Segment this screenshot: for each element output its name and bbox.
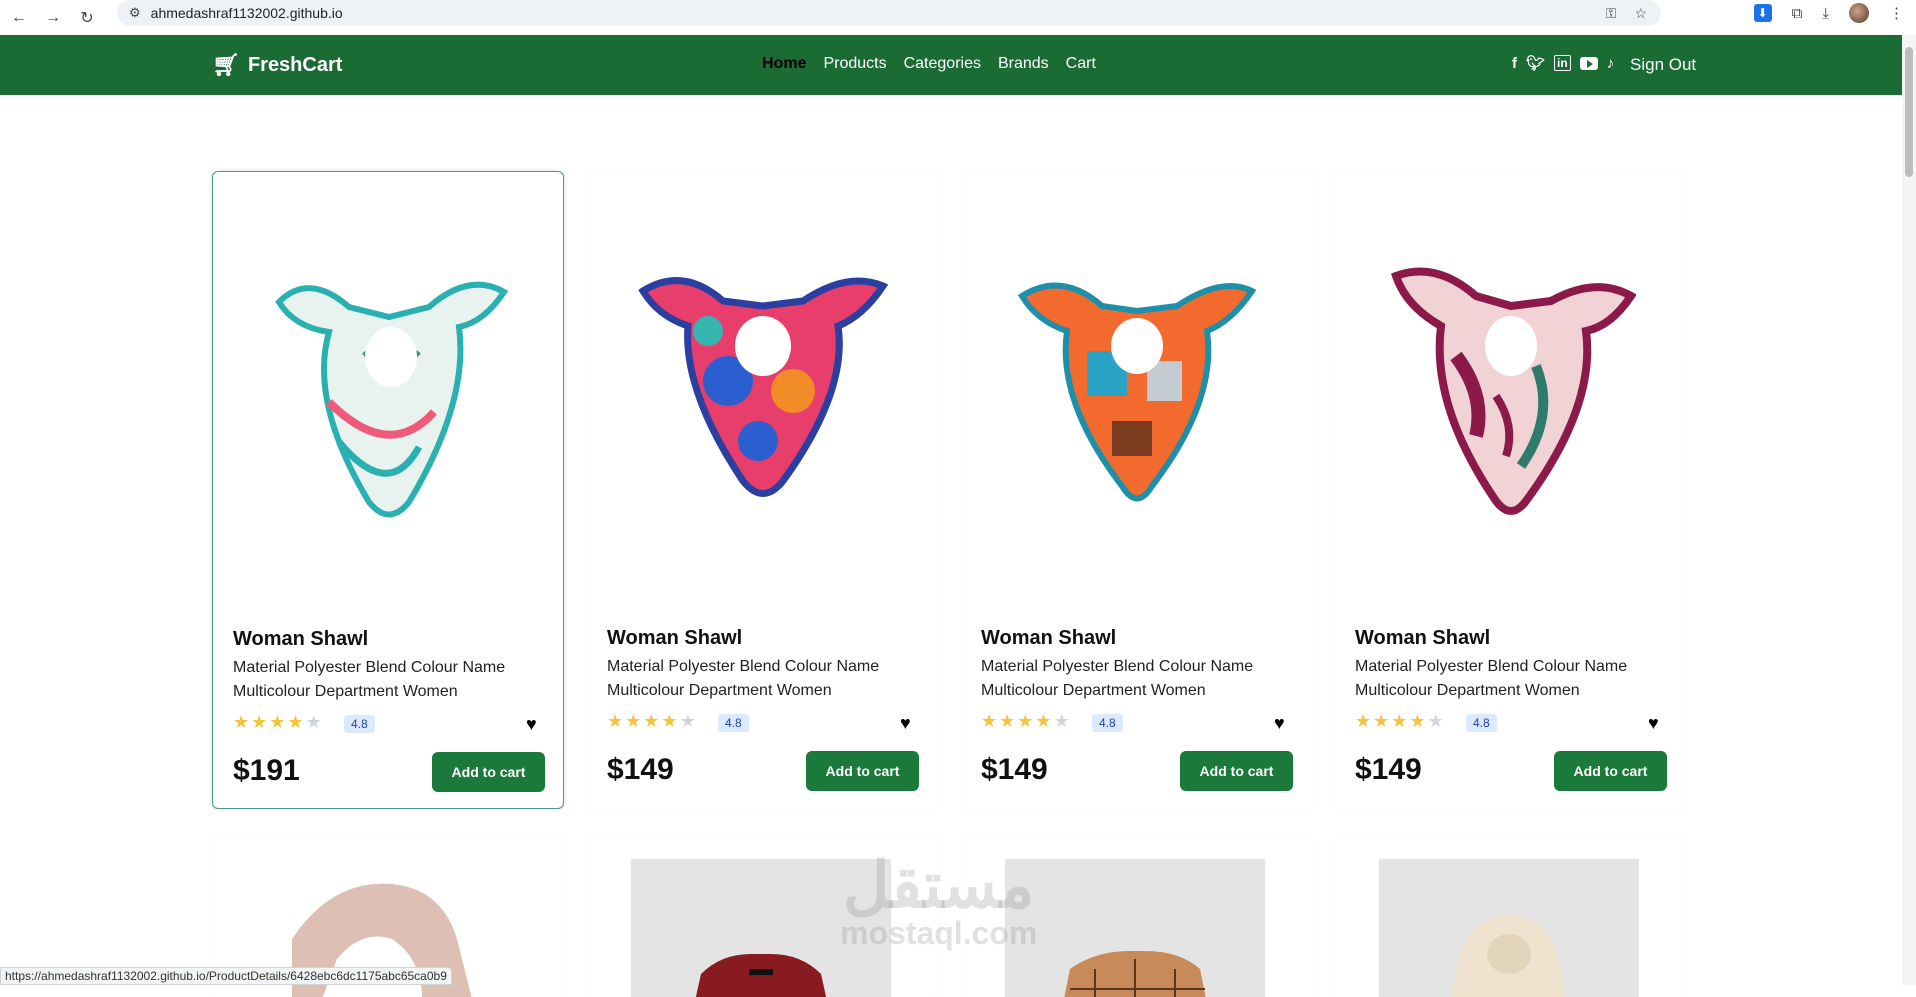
nav-link-brands[interactable]: Brands	[998, 55, 1049, 73]
shopping-cart-icon: 🛒︎	[212, 52, 240, 77]
product-card[interactable]: Woman Shawl Material Polyester Blend Col…	[1335, 171, 1687, 809]
product-image[interactable]	[233, 192, 545, 612]
brand-name: FreshCart	[247, 53, 343, 76]
add-to-cart-button[interactable]: Add to cart	[432, 752, 545, 792]
profile-avatar[interactable]	[1849, 3, 1869, 23]
product-title: Woman Shawl	[607, 627, 743, 649]
watermark-arabic: مستقل	[842, 849, 1035, 921]
product-description: Material Polyester Blend Colour Name Mul…	[981, 658, 1254, 699]
main-menu: Home Products Categories Brands Cart	[762, 55, 1096, 73]
heart-icon[interactable]: ♥	[1274, 713, 1285, 734]
watermark: مستقل mostaql.com	[840, 849, 1038, 952]
star-icon: ★	[1373, 711, 1390, 731]
product-price: $191	[233, 754, 300, 787]
star-icon: ★	[287, 712, 304, 732]
star-icon: ★	[1053, 711, 1070, 731]
star-icon: ★	[251, 712, 268, 732]
browser-toolbar: ← → ↻ ⚙ ahmedashraf1132002.github.io ⚿ ☆…	[0, 0, 1916, 35]
extension-download-icon[interactable]: ⬇	[1753, 4, 1772, 22]
product-card[interactable]: Woman Shawl Material Polyester Blend Col…	[961, 171, 1313, 809]
nav-link-categories[interactable]: Categories	[904, 55, 981, 73]
reload-icon[interactable]: ↻	[72, 6, 102, 30]
product-description: Material Polyester Blend Colour Name Mul…	[1355, 658, 1628, 699]
address-bar[interactable]: ⚙ ahmedashraf1132002.github.io ⚿ ☆	[117, 0, 1661, 26]
brand-logo[interactable]: 🛒︎ FreshCart	[212, 52, 342, 78]
page-scrollbar[interactable]	[1902, 35, 1916, 985]
heart-icon[interactable]: ♥	[1648, 713, 1659, 734]
add-to-cart-button[interactable]: Add to cart	[806, 751, 919, 791]
watermark-latin: mostaql.com	[840, 915, 1038, 951]
star-icon: ★	[1391, 711, 1408, 731]
star-icon: ★	[625, 711, 642, 731]
heart-icon[interactable]: ♥	[526, 714, 537, 735]
downloads-icon[interactable]: ⤓	[1822, 5, 1829, 22]
product-title: Woman Shawl	[1355, 627, 1491, 649]
rating-badge: 4.8	[1466, 714, 1497, 732]
star-icon: ★	[1409, 711, 1426, 731]
nav-link-products[interactable]: Products	[823, 55, 886, 73]
star-rating: ★ ★ ★ ★ ★	[607, 711, 696, 732]
browser-menu-icon[interactable]: ⋮	[1889, 4, 1904, 22]
star-rating: ★ ★ ★ ★ ★	[1355, 711, 1444, 732]
star-rating: ★ ★ ★ ★ ★	[981, 711, 1070, 732]
bookmark-star-icon[interactable]: ☆	[1634, 5, 1647, 22]
product-price: $149	[981, 753, 1048, 786]
star-icon: ★	[1035, 711, 1052, 731]
nav-link-home[interactable]: Home	[762, 55, 806, 73]
product-title: Woman Shawl	[233, 628, 369, 650]
tiktok-icon[interactable]: ♪	[1607, 55, 1615, 72]
product-card[interactable]	[1335, 837, 1687, 997]
product-image[interactable]	[981, 191, 1293, 611]
product-card[interactable]: Woman Shawl Material Polyester Blend Col…	[212, 171, 564, 809]
twitter-icon[interactable]: 🐦︎	[1526, 54, 1545, 72]
star-icon: ★	[305, 712, 322, 732]
star-icon: ★	[269, 712, 286, 732]
product-image[interactable]	[607, 191, 919, 611]
scrollbar-thumb[interactable]	[1905, 47, 1913, 177]
product-description: Material Polyester Blend Colour Name Mul…	[607, 658, 880, 699]
add-to-cart-button[interactable]: Add to cart	[1180, 751, 1293, 791]
sign-out-link[interactable]: Sign Out	[1630, 55, 1696, 75]
product-image[interactable]	[1355, 191, 1667, 611]
heart-icon[interactable]: ♥	[900, 713, 911, 734]
product-price: $149	[1355, 753, 1422, 786]
youtube-icon[interactable]	[1579, 56, 1598, 70]
rating-badge: 4.8	[344, 715, 375, 733]
rating-badge: 4.8	[1092, 714, 1123, 732]
add-to-cart-button[interactable]: Add to cart	[1554, 751, 1667, 791]
star-icon: ★	[1017, 711, 1034, 731]
rating-badge: 4.8	[718, 714, 749, 732]
star-icon: ★	[981, 711, 998, 731]
nav-link-cart[interactable]: Cart	[1066, 55, 1096, 73]
social-links: f 🐦︎ in ♪	[1512, 54, 1615, 73]
star-icon: ★	[999, 711, 1016, 731]
url-text: ahmedashraf1132002.github.io	[150, 5, 343, 21]
site-navbar: 🛒︎ FreshCart Home Products Categories Br…	[0, 35, 1902, 95]
facebook-icon[interactable]: f	[1512, 55, 1517, 72]
star-icon: ★	[1427, 711, 1444, 731]
product-image[interactable]	[1005, 859, 1265, 997]
linkedin-icon[interactable]: in	[1554, 55, 1571, 71]
product-image[interactable]	[1379, 859, 1639, 997]
product-price: $149	[607, 753, 674, 786]
status-bar-url: https://ahmedashraf1132002.github.io/Pro…	[0, 967, 452, 985]
star-icon: ★	[233, 712, 250, 732]
extensions-puzzle-icon[interactable]: ⧉	[1792, 5, 1803, 22]
star-icon: ★	[643, 711, 660, 731]
product-description: Material Polyester Blend Colour Name Mul…	[233, 659, 506, 700]
back-icon[interactable]: ←	[4, 6, 34, 30]
product-title: Woman Shawl	[981, 627, 1117, 649]
star-icon: ★	[661, 711, 678, 731]
star-rating: ★ ★ ★ ★ ★	[233, 712, 322, 733]
star-icon: ★	[607, 711, 624, 731]
forward-icon[interactable]: →	[38, 6, 68, 30]
key-icon[interactable]: ⚿	[1606, 5, 1617, 22]
site-info-icon[interactable]: ⚙	[129, 5, 141, 21]
star-icon: ★	[1355, 711, 1372, 731]
star-icon: ★	[679, 711, 696, 731]
product-card[interactable]: Woman Shawl Material Polyester Blend Col…	[587, 171, 939, 809]
